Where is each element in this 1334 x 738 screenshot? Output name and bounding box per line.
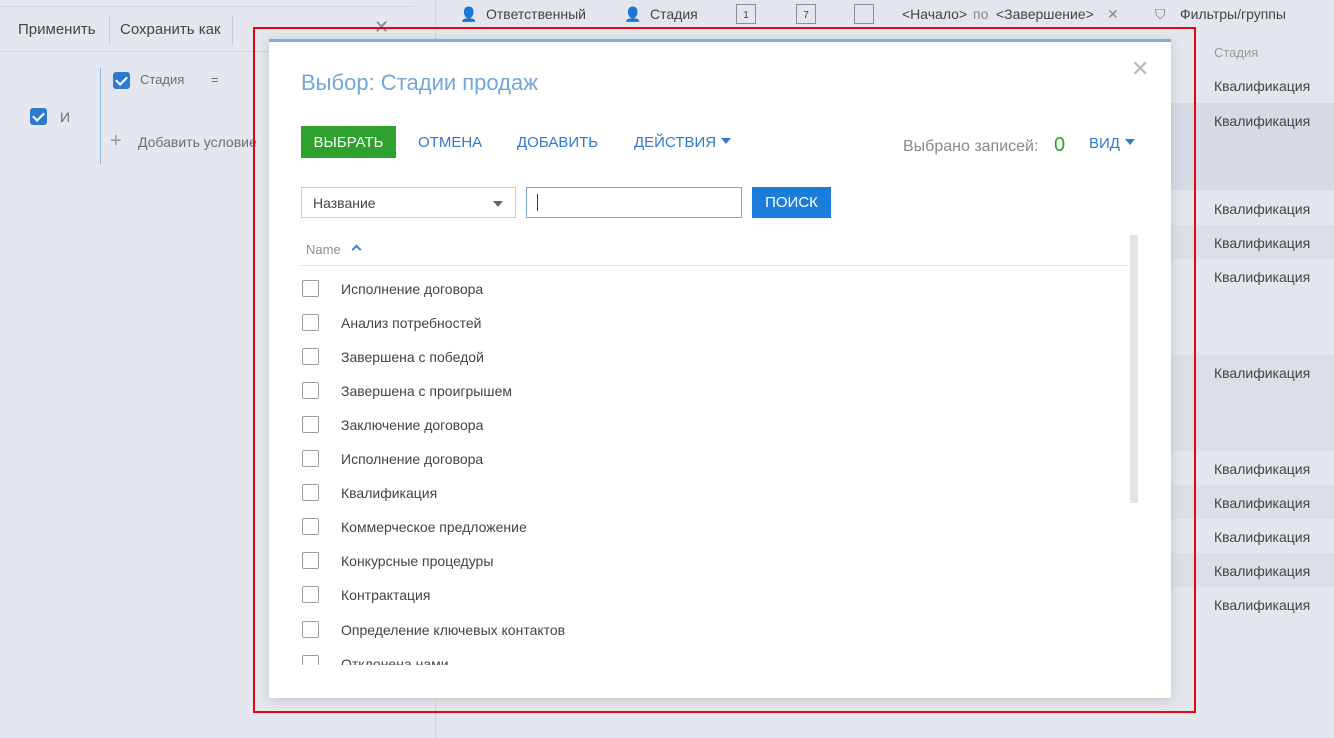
selected-count: 0 bbox=[1054, 134, 1066, 156]
apply-button[interactable]: Применить bbox=[18, 21, 96, 38]
clear-period-icon[interactable]: ✕ bbox=[1107, 6, 1119, 23]
condition-checkbox[interactable] bbox=[113, 72, 130, 89]
item-label: Конкурсные процедуры bbox=[341, 553, 494, 569]
stage-cell: Квалификация bbox=[1214, 461, 1311, 477]
list-item[interactable]: Исполнение договора bbox=[301, 443, 1128, 477]
filter-icon: ⛉ bbox=[1155, 6, 1166, 22]
record-list: Исполнение договора Анализ потребностей … bbox=[301, 273, 1128, 665]
add-button[interactable]: ДОБАВИТЬ bbox=[517, 134, 598, 151]
list-scrollbar[interactable] bbox=[1130, 235, 1138, 503]
user-icon: 👤 bbox=[460, 6, 478, 22]
stage-filter[interactable]: Стадия bbox=[650, 6, 698, 22]
row-checkbox[interactable] bbox=[302, 382, 319, 399]
item-label: Анализ потребностей bbox=[341, 315, 482, 331]
stage-cell: Квалификация bbox=[1214, 113, 1311, 129]
add-condition-link[interactable]: Добавить условие bbox=[138, 134, 257, 150]
chevron-down-icon bbox=[493, 201, 503, 207]
condition-field[interactable]: Стадия bbox=[140, 72, 184, 87]
search-field-select[interactable]: Название bbox=[301, 187, 516, 218]
list-item[interactable]: Отклонена нами bbox=[301, 648, 1128, 665]
stage-column-header[interactable]: Стадия bbox=[1214, 45, 1258, 60]
text-cursor bbox=[537, 194, 538, 211]
row-checkbox[interactable] bbox=[302, 450, 319, 467]
row-checkbox[interactable] bbox=[302, 280, 319, 297]
period-start[interactable]: <Начало> bbox=[902, 6, 967, 22]
condition-operator[interactable]: = bbox=[211, 72, 219, 87]
stage-cell: Квалификация bbox=[1214, 365, 1311, 381]
stage-cell: Квалификация bbox=[1214, 78, 1311, 94]
search-field-value: Название bbox=[313, 195, 376, 211]
view-button[interactable]: ВИД bbox=[1089, 135, 1135, 152]
item-label: Завершена с проигрышем bbox=[341, 383, 512, 399]
calendar-day-icon[interactable]: 1 bbox=[736, 4, 756, 24]
calendar-week-icon[interactable]: 7 bbox=[796, 4, 816, 24]
stage-cell: Квалификация bbox=[1214, 201, 1311, 217]
calendar-check-icon[interactable] bbox=[854, 4, 874, 24]
item-label: Заключение договора bbox=[341, 417, 484, 433]
row-checkbox[interactable] bbox=[302, 552, 319, 569]
list-item[interactable]: Контрактация bbox=[301, 579, 1128, 613]
search-button[interactable]: ПОИСК bbox=[752, 187, 831, 218]
row-checkbox[interactable] bbox=[302, 621, 319, 638]
list-header: Name bbox=[301, 235, 1128, 266]
save-as-button[interactable]: Сохранить как bbox=[120, 21, 221, 38]
period-end[interactable]: <Завершение> bbox=[996, 6, 1094, 22]
list-item[interactable]: Заключение договора bbox=[301, 409, 1128, 443]
row-checkbox[interactable] bbox=[302, 518, 319, 535]
list-item[interactable]: Определение ключевых контактов bbox=[301, 614, 1128, 648]
toolbar-divider bbox=[232, 15, 233, 45]
stage-cell: Квалификация bbox=[1214, 269, 1311, 285]
list-item[interactable]: Коммерческое предложение bbox=[301, 511, 1128, 545]
stage-cell: Квалификация bbox=[1214, 563, 1311, 579]
view-label: ВИД bbox=[1089, 135, 1120, 152]
item-label: Завершена с победой bbox=[341, 349, 484, 365]
period-separator: по bbox=[973, 6, 989, 22]
list-item[interactable]: Исполнение договора bbox=[301, 273, 1128, 307]
item-label: Отклонена нами bbox=[341, 656, 449, 665]
actions-label: ДЕЙСТВИЯ bbox=[634, 134, 717, 151]
select-button[interactable]: ВЫБРАТЬ bbox=[301, 126, 396, 158]
item-label: Исполнение договора bbox=[341, 281, 484, 297]
row-checkbox[interactable] bbox=[302, 586, 319, 603]
selected-count-label: Выбрано записей: bbox=[903, 138, 1039, 155]
responsible-filter[interactable]: Ответственный bbox=[486, 6, 586, 22]
list-item[interactable]: Анализ потребностей bbox=[301, 307, 1128, 341]
row-checkbox[interactable] bbox=[302, 655, 319, 665]
stage-cell: Квалификация bbox=[1214, 597, 1311, 613]
lookup-dialog: Выбор: Стадии продаж ✕ ВЫБРАТЬ ОТМЕНА ДО… bbox=[269, 39, 1171, 698]
chevron-down-icon bbox=[1124, 139, 1135, 146]
cancel-button[interactable]: ОТМЕНА bbox=[418, 134, 482, 151]
stage-cell: Квалификация bbox=[1214, 495, 1311, 511]
sort-ascending-icon[interactable] bbox=[351, 244, 362, 255]
row-checkbox[interactable] bbox=[302, 484, 319, 501]
group-line bbox=[100, 68, 101, 164]
group-operator: И bbox=[60, 109, 71, 125]
row-checkbox[interactable] bbox=[302, 314, 319, 331]
item-label: Определение ключевых контактов bbox=[341, 622, 566, 638]
plus-icon[interactable]: + bbox=[110, 130, 122, 153]
stage-cell: Квалификация bbox=[1214, 529, 1311, 545]
list-item[interactable]: Конкурсные процедуры bbox=[301, 545, 1128, 579]
dialog-title: Выбор: Стадии продаж bbox=[301, 70, 538, 95]
item-label: Контрактация bbox=[341, 587, 431, 603]
item-label: Коммерческое предложение bbox=[341, 519, 527, 535]
name-column-header[interactable]: Name bbox=[306, 242, 341, 257]
list-item[interactable]: Завершена с проигрышем bbox=[301, 375, 1128, 409]
close-icon[interactable]: ✕ bbox=[1131, 56, 1149, 82]
actions-button[interactable]: ДЕЙСТВИЯ bbox=[634, 134, 732, 151]
group-checkbox[interactable] bbox=[30, 108, 47, 125]
toolbar-divider bbox=[109, 15, 110, 45]
item-label: Квалификация bbox=[341, 485, 438, 501]
filters-groups-button[interactable]: Фильтры/группы bbox=[1180, 6, 1286, 22]
list-item[interactable]: Квалификация bbox=[301, 477, 1128, 511]
search-input[interactable] bbox=[526, 187, 742, 218]
list-item[interactable]: Завершена с победой bbox=[301, 341, 1128, 375]
row-checkbox[interactable] bbox=[302, 416, 319, 433]
item-label: Исполнение договора bbox=[341, 451, 484, 467]
stage-cell: Квалификация bbox=[1214, 235, 1311, 251]
user-icon: 👤 bbox=[624, 6, 642, 22]
row-checkbox[interactable] bbox=[302, 348, 319, 365]
chevron-down-icon bbox=[721, 138, 732, 145]
